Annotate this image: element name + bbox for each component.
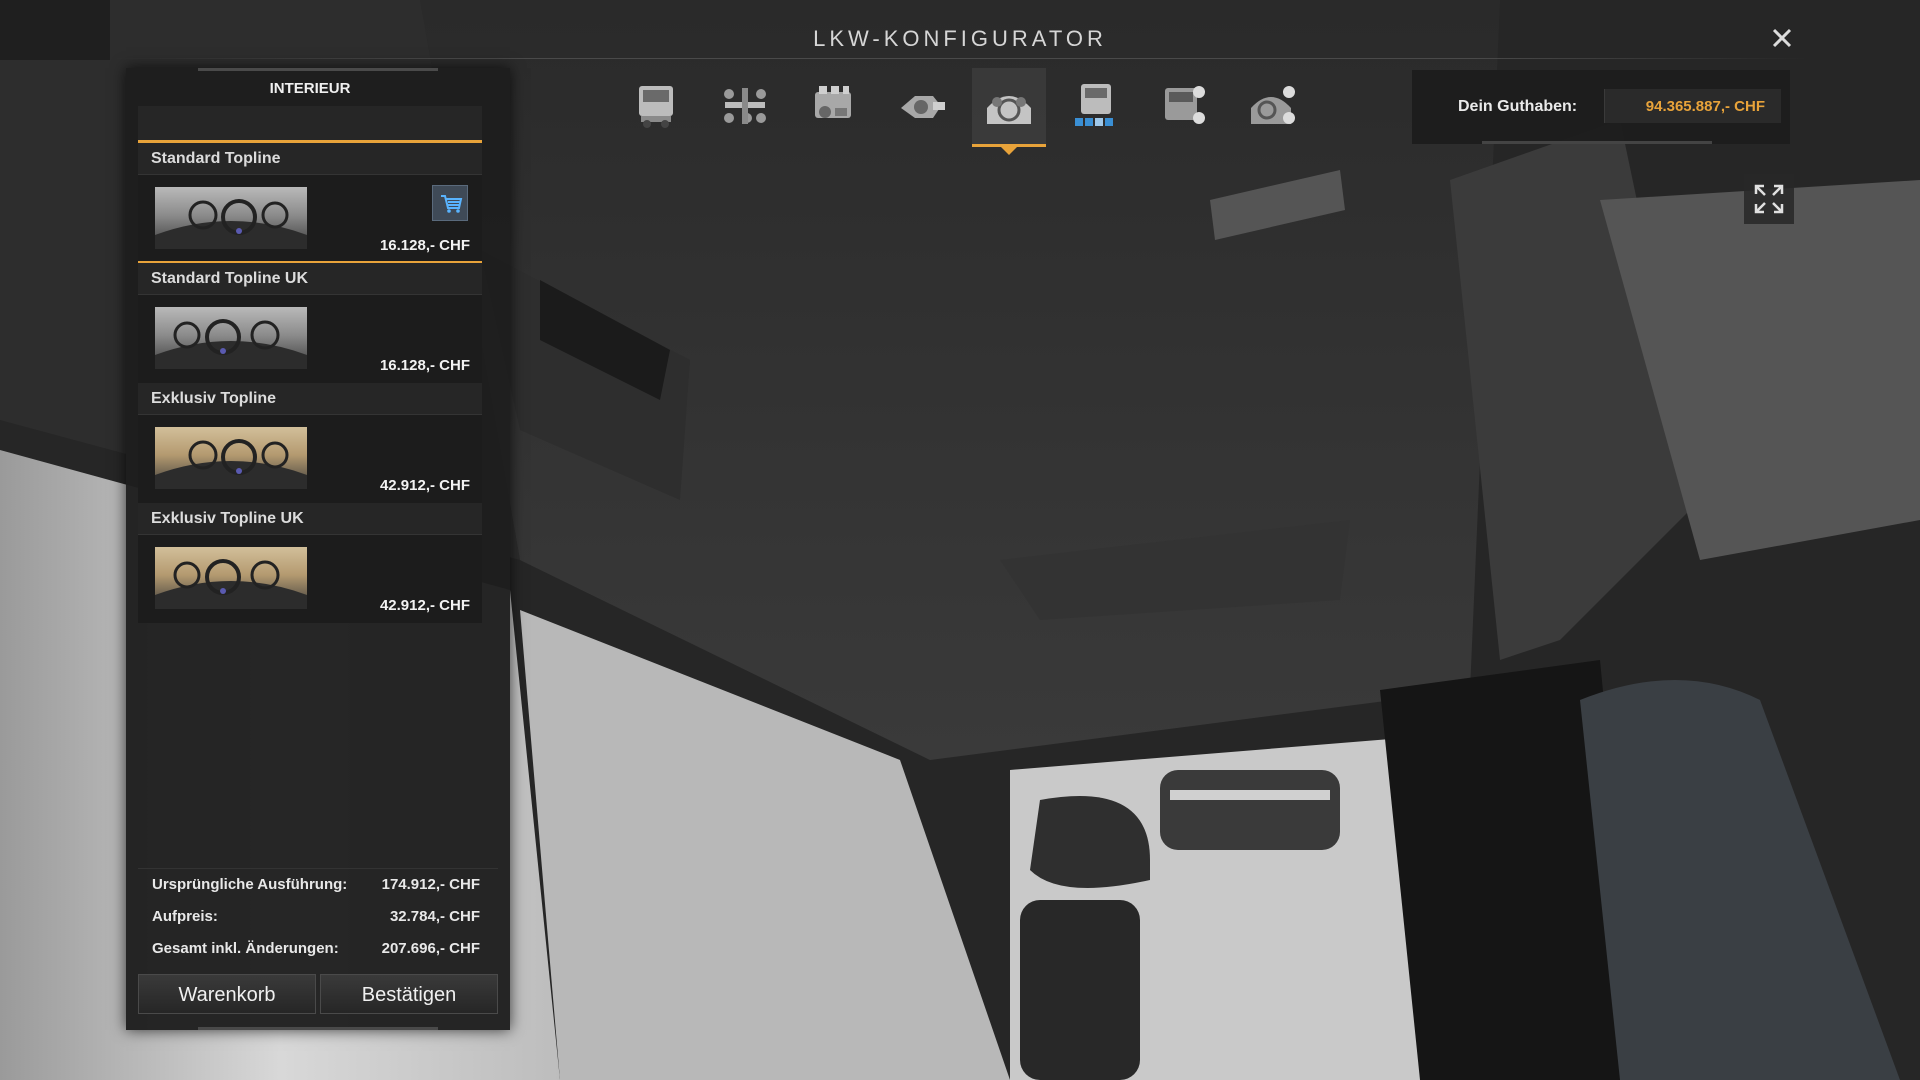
- summary-surcharge-label: Aufpreis:: [152, 908, 218, 925]
- cart-button[interactable]: Warenkorb: [138, 974, 316, 1014]
- balance-value-box: 94.365.887,- CHF: [1604, 89, 1781, 123]
- dashboard-thumbnail: [155, 307, 307, 369]
- truck-icon: [639, 86, 673, 128]
- variant-name: Exklusiv Topline UK: [138, 503, 482, 535]
- panel-header-bar: [138, 106, 482, 142]
- expand-icon: [1754, 184, 1784, 214]
- variant-price: 16.128,- CHF: [379, 237, 470, 254]
- variant-list: Standard Topline 16.128,- CHF Standard T…: [138, 143, 482, 623]
- tab-chassis[interactable]: [708, 68, 782, 144]
- tab-lights[interactable]: [1148, 68, 1222, 144]
- category-tabs: [620, 68, 1310, 158]
- balance-display: Dein Guthaben: 94.365.887,- CHF: [1412, 70, 1790, 144]
- active-tab-arrow-icon: [1001, 147, 1017, 155]
- close-icon: [1772, 28, 1792, 48]
- summary-surcharge-row: Aufpreis: 32.784,- CHF: [138, 900, 498, 932]
- transmission-icon: [901, 96, 945, 118]
- tab-cabin[interactable]: [1060, 68, 1134, 144]
- variant-item-standard-topline-uk[interactable]: Standard Topline UK 16.128,- CHF: [138, 263, 482, 383]
- interior-panel: INTERIEUR Standard Topline 16.128,- CHF …: [126, 68, 510, 1030]
- variant-name: Standard Topline: [138, 143, 482, 175]
- balance-bottom-decoration: [1482, 137, 1712, 144]
- balance-value: 94.365.887,- CHF: [1645, 98, 1765, 115]
- chassis-icon: [724, 88, 766, 124]
- dashboard-thumbnail: [155, 547, 307, 609]
- variant-name: Exklusiv Topline: [138, 383, 482, 415]
- tab-truck[interactable]: [620, 68, 694, 144]
- summary-original-value: 174.912,- CHF: [381, 876, 480, 893]
- engine-icon: [815, 86, 851, 118]
- variant-item-exklusiv-topline[interactable]: Exklusiv Topline 42.912,- CHF: [138, 383, 482, 503]
- panel-bottom-decoration: [198, 1019, 438, 1030]
- lights-icon: [1165, 86, 1205, 124]
- variant-price: 16.128,- CHF: [379, 357, 470, 374]
- summary-total-value: 207.696,- CHF: [381, 940, 480, 957]
- summary-original-label: Ursprüngliche Ausführung:: [152, 876, 348, 893]
- close-button[interactable]: [1768, 24, 1796, 52]
- dashboard-thumbnail: [155, 427, 307, 489]
- variant-price: 42.912,- CHF: [379, 597, 470, 614]
- variant-name: Standard Topline UK: [138, 263, 482, 295]
- accessories-icon: [1251, 86, 1295, 124]
- tab-engine[interactable]: [796, 68, 870, 144]
- balance-label: Dein Guthaben:: [1458, 98, 1578, 115]
- summary-original-row: Ursprüngliche Ausführung: 174.912,- CHF: [138, 868, 498, 900]
- title-divider: [110, 58, 1810, 59]
- window-title: LKW-KONFIGURATOR: [813, 26, 1107, 51]
- tab-interior[interactable]: [972, 68, 1046, 144]
- variant-item-standard-topline[interactable]: Standard Topline 16.128,- CHF: [138, 143, 482, 263]
- interior-icon: [987, 96, 1031, 124]
- fullscreen-button[interactable]: [1744, 174, 1794, 224]
- confirm-button[interactable]: Bestätigen: [320, 974, 498, 1014]
- summary-total-label: Gesamt inkl. Änderungen:: [152, 940, 339, 957]
- summary-total-row: Gesamt inkl. Änderungen: 207.696,- CHF: [138, 932, 498, 964]
- shopping-cart-icon: [432, 185, 468, 221]
- action-buttons: Warenkorb Bestätigen: [138, 974, 498, 1014]
- cabin-icon: [1075, 84, 1113, 126]
- tab-transmission[interactable]: [884, 68, 958, 144]
- tab-accessories[interactable]: [1236, 68, 1310, 144]
- price-summary: Ursprüngliche Ausführung: 174.912,- CHF …: [138, 868, 498, 964]
- title-bar: LKW-KONFIGURATOR: [110, 14, 1810, 60]
- summary-surcharge-value: 32.784,- CHF: [389, 908, 480, 925]
- variant-price: 42.912,- CHF: [379, 477, 470, 494]
- dashboard-thumbnail: [155, 187, 307, 249]
- variant-item-exklusiv-topline-uk[interactable]: Exklusiv Topline UK 42.912,- CHF: [138, 503, 482, 623]
- panel-header: INTERIEUR: [269, 80, 351, 97]
